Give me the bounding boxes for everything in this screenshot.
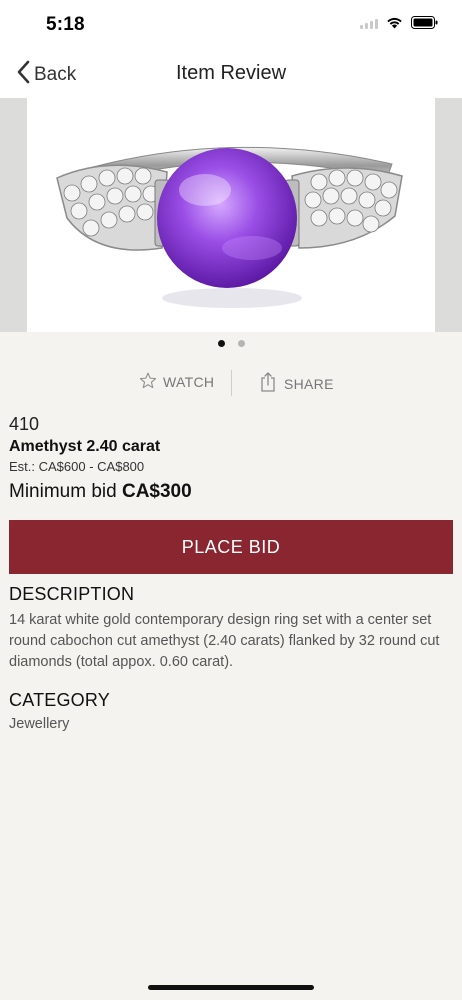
place-bid-button[interactable]: PLACE BID xyxy=(9,520,453,574)
item-review-screen: 5:18 Back Item Review WATCH SHARE 410 Am… xyxy=(0,0,462,1000)
status-time: 5:18 xyxy=(46,14,85,35)
share-icon xyxy=(260,372,276,395)
category-heading: CATEGORY xyxy=(9,690,110,710)
minimum-bid-label: Minimum bid xyxy=(9,481,117,502)
share-label: SHARE xyxy=(284,375,334,392)
item-title: Amethyst 2.40 carat xyxy=(9,438,161,455)
status-bar: 5:18 xyxy=(0,0,462,50)
watch-label: WATCH xyxy=(163,374,215,390)
image-carousel[interactable] xyxy=(0,98,462,332)
minimum-bid-value: CA$300 xyxy=(121,481,192,502)
page-title: Item Review xyxy=(175,62,287,84)
battery-icon xyxy=(411,16,438,29)
navigation-bar: Back Item Review xyxy=(0,50,462,98)
carousel-dot-1[interactable] xyxy=(217,340,225,347)
home-indicator[interactable] xyxy=(148,985,314,990)
description-heading: DESCRIPTION xyxy=(9,584,135,604)
status-icons xyxy=(360,16,438,29)
watch-button[interactable]: WATCH xyxy=(139,372,214,392)
item-actions: WATCH SHARE xyxy=(0,368,462,398)
cellular-signal-icon xyxy=(360,17,378,29)
lot-number: 410 xyxy=(9,414,40,434)
actions-divider xyxy=(231,370,232,396)
category-value: Jewellery xyxy=(9,716,70,732)
carousel-dot-2[interactable] xyxy=(237,340,245,347)
share-button[interactable]: SHARE xyxy=(260,372,334,395)
estimate-range: Est.: CA$600 - CA$800 xyxy=(9,459,145,474)
carousel-page-indicator[interactable] xyxy=(0,340,462,347)
wifi-icon xyxy=(386,16,403,29)
description-text: 14 karat white gold contemporary design … xyxy=(9,612,440,670)
minimum-bid: Minimum bid CA$300 xyxy=(9,481,192,503)
star-icon xyxy=(139,372,157,392)
item-photo xyxy=(27,98,435,332)
